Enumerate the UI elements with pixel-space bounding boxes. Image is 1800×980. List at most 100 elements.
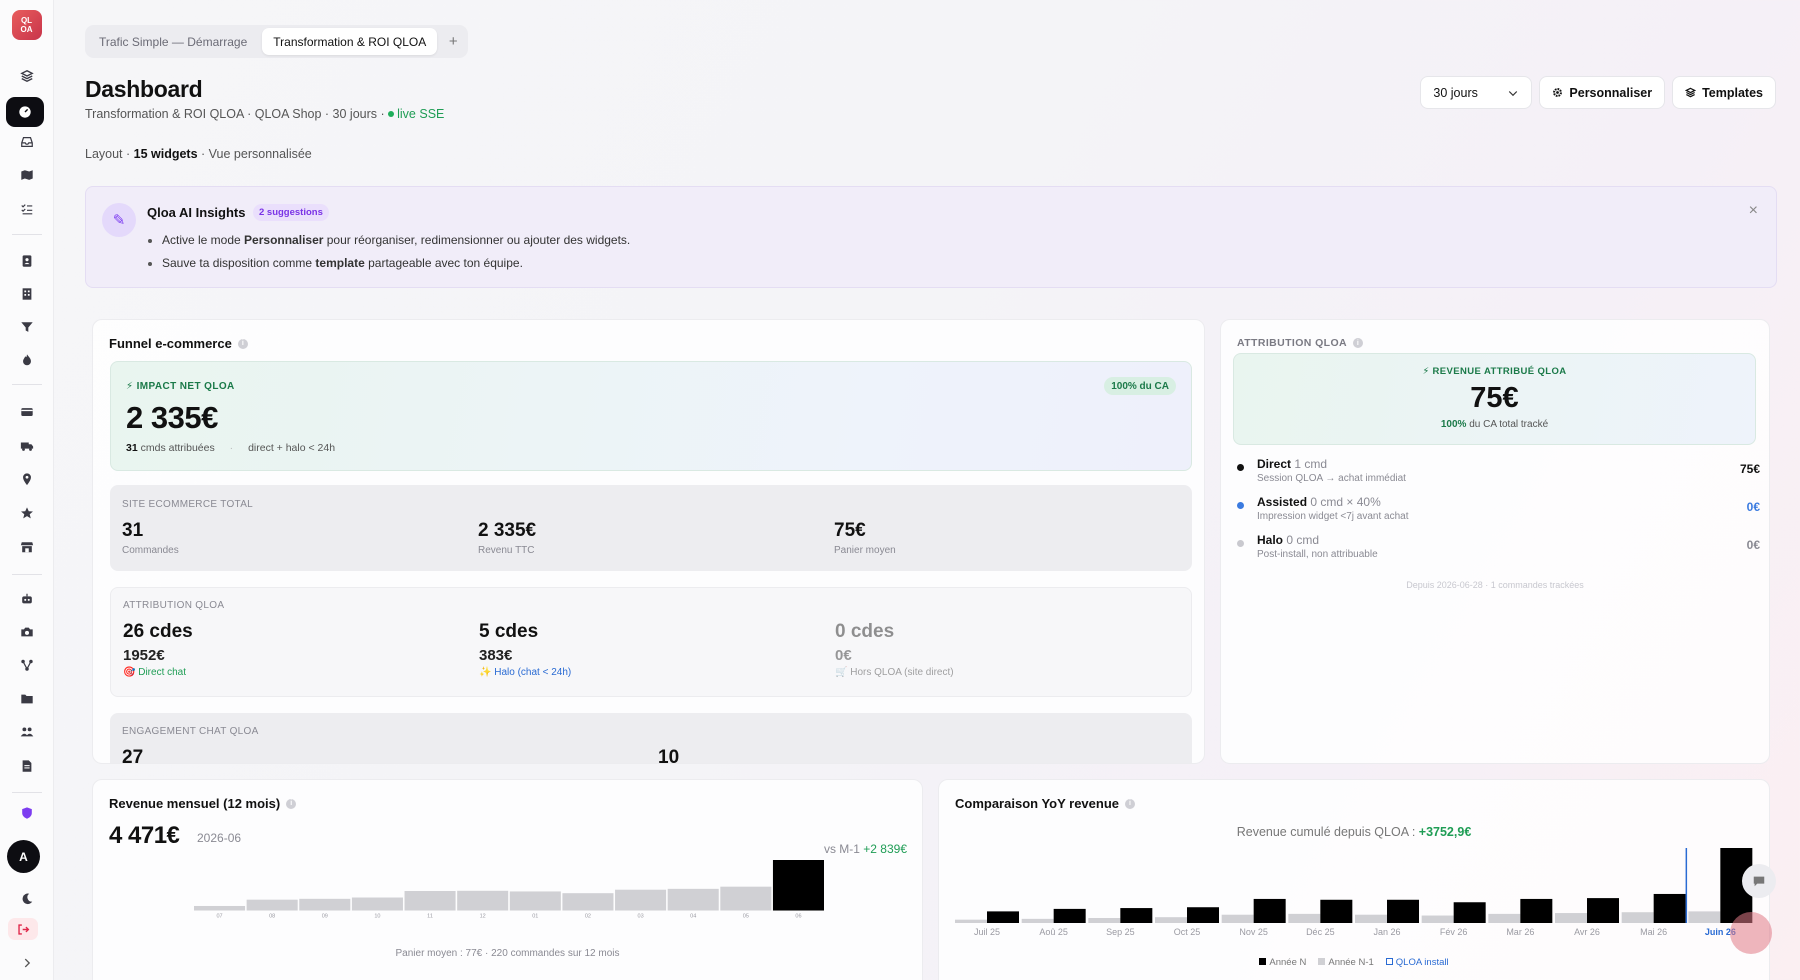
revenue-bar (562, 893, 614, 911)
metric-amount: 1952€ (123, 647, 165, 664)
app-logo[interactable]: QL OA (11, 10, 42, 40)
insight-highlight: template (315, 256, 365, 270)
site-total-label: SITE ECOMMERCE TOTAL (122, 499, 254, 510)
row-title: Assisted (1257, 495, 1308, 509)
tab-transformation-roi[interactable]: Transformation & ROI QLOA (262, 28, 438, 55)
logout-icon[interactable] (8, 918, 38, 940)
star-icon[interactable] (15, 501, 39, 525)
yoy-bar-current (1187, 907, 1219, 923)
metric-panier: 75€ Panier moyen (834, 520, 896, 556)
metric-amount: 383€ (479, 647, 513, 664)
revenue-bar (404, 891, 456, 911)
yoy-card: Comparaison YoY revenue i Revenue cumulé … (938, 779, 1770, 980)
layers-icon[interactable] (15, 64, 39, 88)
chevron-right-icon[interactable] (15, 951, 39, 975)
close-icon[interactable]: × (1749, 202, 1758, 220)
document-icon[interactable] (15, 754, 39, 778)
yoy-tick-label: Fév 26 (1440, 927, 1468, 937)
row-title: Direct (1257, 457, 1292, 471)
attribution-row-direct: Direct 1 cmd Session QLOA → achat immédi… (1237, 457, 1760, 491)
metric-label: Panier moyen (834, 545, 896, 556)
shield-icon[interactable] (15, 801, 39, 825)
impact-subtext: 31 cmds attribuées · direct + halo < 24h (126, 442, 335, 454)
robot-icon[interactable] (15, 587, 39, 611)
impact-net-panel: ⚡ IMPACT NET QLOA 100% du CA 2 335€ 31 c… (110, 361, 1192, 471)
building-icon[interactable] (15, 282, 39, 306)
revenue-bar (457, 890, 509, 911)
flow-icon[interactable] (15, 653, 39, 677)
yoy-bar-current (1253, 898, 1286, 923)
insights-title: Qloa AI Insights (147, 205, 246, 220)
insights-list: Active le mode Personnaliser pour réorga… (162, 229, 630, 275)
yoy-bar-prev (1688, 911, 1721, 923)
revenue-title: Revenue mensuel (12 mois) i (109, 796, 297, 811)
truck-icon[interactable] (15, 434, 39, 458)
add-tab-button[interactable]: + (441, 28, 465, 55)
avatar[interactable]: A (7, 840, 40, 873)
engagement-label: ENGAGEMENT CHAT QLOA (122, 726, 259, 737)
row-subtitle: Impression widget <7j avant achat (1257, 511, 1409, 522)
page-title: Dashboard (85, 76, 203, 102)
row-subtitle: Post-install, non attribuable (1257, 549, 1378, 560)
impact-orders: 31 (126, 442, 138, 454)
card-icon[interactable] (15, 400, 39, 424)
moon-icon[interactable] (15, 887, 39, 911)
templates-button[interactable]: Templates (1672, 76, 1776, 109)
yoy-bar-current (1120, 908, 1153, 923)
dashboard-gauge-icon[interactable] (6, 97, 44, 127)
yoy-bar-current (1053, 908, 1086, 923)
yoy-bar-prev (1088, 918, 1121, 923)
flame-icon[interactable] (15, 348, 39, 372)
yoy-bar-current (1453, 902, 1486, 923)
checklist-icon[interactable] (15, 197, 39, 221)
revenue-bar (194, 905, 246, 911)
info-icon[interactable]: i (1125, 798, 1136, 809)
customize-button[interactable]: Personnaliser (1539, 76, 1666, 109)
metric-hors-qloa: 0 cdes 0€ 🛒 Hors QLOA (site direct) (835, 621, 954, 678)
info-icon[interactable]: i (286, 798, 297, 809)
qloa-chat-launcher[interactable] (1730, 912, 1772, 954)
row-name: Halo 0 cmd (1257, 533, 1319, 547)
revenue-tick-label: 02 (585, 914, 591, 920)
insight-text: pour réorganiser, redimensionner ou ajou… (323, 233, 631, 247)
yoy-bar-current (1653, 893, 1686, 923)
tab-trafic-simple[interactable]: Trafic Simple — Démarrage (88, 28, 258, 55)
chat-bubble-button[interactable] (1742, 864, 1776, 898)
revenue-tick-label: 06 (795, 914, 801, 920)
magic-wand-icon: ✎ (102, 203, 136, 237)
metric-revenu: 2 335€ Revenu TTC (478, 520, 536, 556)
live-dot-icon (388, 111, 395, 117)
yoy-tick-label: Sep 25 (1106, 927, 1135, 937)
info-icon[interactable]: i (1353, 338, 1364, 348)
funnel-title: Funnel e-commerce i (109, 336, 248, 351)
period-select[interactable]: 30 jours (1420, 76, 1533, 109)
legend-label: Année N-1 (1328, 957, 1374, 968)
row-name: Direct 1 cmd (1257, 457, 1327, 471)
map-icon[interactable] (15, 163, 39, 187)
cum-value: +3752,9€ (1418, 825, 1472, 839)
metric-label: ✨ Halo (chat < 24h) (479, 667, 572, 678)
inbox-icon[interactable] (15, 130, 39, 154)
layout-suffix: · Vue personnalisée (197, 147, 312, 161)
filter-icon[interactable] (15, 315, 39, 339)
revenue-period: 2026-06 (197, 831, 242, 845)
bullet-icon (1237, 502, 1244, 509)
contacts-icon[interactable] (15, 249, 39, 273)
metric-value: 27 (122, 747, 144, 764)
bullet-icon (1237, 464, 1244, 471)
row-value: 0€ (1746, 538, 1760, 552)
legend-item: QLOA install (1385, 957, 1449, 968)
insight-item: Active le mode Personnaliser pour réorga… (162, 229, 630, 252)
folder-icon[interactable] (15, 687, 39, 711)
metric-commandes: 31 Commandes (122, 520, 179, 556)
attribution-block: ATTRIBUTION QLOA 26 cdes 1952€ 🎯 Direct … (110, 587, 1192, 697)
camera-icon[interactable] (15, 620, 39, 644)
store-icon[interactable] (15, 535, 39, 559)
impact-label: ⚡ IMPACT NET QLOA (126, 381, 235, 392)
live-status-label: live SSE (397, 107, 445, 121)
info-icon[interactable]: i (237, 338, 248, 349)
location-icon[interactable] (15, 467, 39, 491)
team-icon[interactable] (15, 720, 39, 744)
impact-badge: 100% du CA (1104, 377, 1176, 395)
bullet-icon (1237, 540, 1244, 547)
